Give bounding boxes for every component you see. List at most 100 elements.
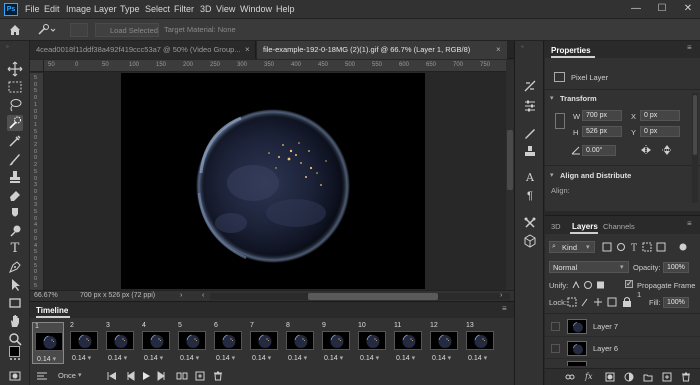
menu-view[interactable]: View — [216, 4, 235, 14]
horizontal-ruler[interactable]: 50 0 50 100 150 200 250 300 350 400 450 500 550 600 65… — [44, 60, 506, 72]
tab-channels[interactable]: Channels — [603, 222, 635, 231]
adjustment-icon[interactable] — [624, 372, 634, 382]
menu-file[interactable]: File — [25, 4, 40, 14]
unify-icons[interactable] — [571, 280, 611, 290]
tab-close-icon[interactable]: × — [245, 41, 250, 59]
gradient-tool-icon[interactable] — [7, 205, 23, 221]
zoom-level[interactable]: 66.67% — [34, 292, 58, 299]
toolbar-collapse-icon[interactable]: » — [6, 44, 24, 50]
menu-select[interactable]: Select — [145, 4, 170, 14]
menu-edit[interactable]: Edit — [44, 4, 60, 14]
fill-input[interactable]: 100% — [663, 297, 689, 308]
zoom-tool-icon[interactable] — [7, 331, 23, 347]
first-frame-icon[interactable] — [106, 371, 118, 381]
flip-horizontal-icon[interactable] — [640, 145, 652, 155]
next-frame-icon[interactable] — [156, 371, 168, 381]
animation-frame[interactable]: 12 0.14 ▾ — [428, 322, 460, 364]
layer-name[interactable]: Layer 6 — [593, 344, 618, 353]
flip-vertical-icon[interactable] — [662, 144, 672, 156]
play-icon[interactable] — [140, 371, 152, 381]
menu-image[interactable]: Image — [66, 4, 91, 14]
maximize-button[interactable]: ☐ — [652, 2, 672, 16]
tool-presets-icon[interactable] — [523, 216, 537, 230]
history-icon[interactable] — [523, 79, 537, 93]
vertical-scroll-thumb[interactable] — [507, 130, 513, 190]
frame-delay[interactable]: 0.14 ▾ — [396, 354, 415, 362]
marquee-tool-icon[interactable] — [7, 79, 23, 95]
quick-mask-icon[interactable] — [7, 371, 23, 385]
layer-name[interactable]: Layer 7 — [593, 322, 618, 331]
eraser-tool-icon[interactable] — [7, 187, 23, 203]
document-canvas[interactable] — [121, 73, 425, 289]
strip-collapse-icon[interactable]: « — [521, 44, 539, 50]
properties-scroll-thumb[interactable] — [693, 95, 697, 155]
layer-row[interactable]: Layer 6 — [545, 338, 700, 359]
transform-collapse-icon[interactable]: ▾ — [550, 94, 554, 102]
frame-delay[interactable]: 0.14 ▾ — [72, 354, 91, 362]
layers-menu-icon[interactable]: ≡ — [687, 219, 692, 228]
properties-title[interactable]: Properties — [551, 46, 591, 55]
rectangle-tool-icon[interactable] — [7, 295, 23, 311]
animation-frame[interactable]: 10 0.14 ▾ — [356, 322, 388, 364]
group-icon[interactable] — [643, 372, 653, 382]
vertical-scrollbar[interactable] — [506, 60, 514, 290]
duplicate-frame-icon[interactable] — [194, 371, 206, 381]
angle-input[interactable]: 0.00° — [582, 145, 616, 156]
animation-frame[interactable]: 3 0.14 ▾ — [104, 322, 136, 364]
blend-mode-select[interactable]: Normal ▾ — [549, 261, 629, 273]
layer-row[interactable]: Layer 7 — [545, 316, 700, 337]
frame-delay[interactable]: 0.14 ▾ — [108, 354, 127, 362]
animation-frame[interactable]: 1 0.14 ▾ — [32, 322, 64, 364]
tab-close-icon[interactable]: × — [496, 41, 501, 59]
delete-frame-icon[interactable] — [212, 371, 224, 381]
mask-icon[interactable] — [605, 372, 615, 382]
path-selection-tool-icon[interactable] — [7, 277, 23, 293]
tab-layers[interactable]: Layers — [572, 222, 598, 231]
ruler-origin[interactable] — [30, 60, 44, 72]
animation-frame[interactable]: 7 0.14 ▾ — [248, 322, 280, 364]
new-layer-icon[interactable] — [662, 372, 672, 382]
animation-frame[interactable]: 5 0.14 ▾ — [176, 322, 208, 364]
frame-delay[interactable]: 0.14 ▾ — [324, 354, 343, 362]
frame-delay[interactable]: 0.14 ▾ — [252, 354, 271, 362]
filter-kind-select[interactable]: ⌕ Kind ▾ — [549, 241, 595, 253]
scroll-left-arrow[interactable]: ‹ — [202, 292, 204, 299]
lock-icons[interactable] — [567, 297, 637, 307]
properties-scrollbar[interactable] — [692, 93, 698, 203]
propagate-frame-checkbox[interactable]: ✓ — [625, 279, 633, 288]
adjustments-icon[interactable] — [523, 99, 537, 113]
doc-tab-active[interactable]: file-example-192-0-18MG (2)(1).gif @ 66.… — [257, 41, 507, 59]
loop-caret-icon[interactable]: ▾ — [78, 371, 82, 379]
tab-3d[interactable]: 3D — [551, 222, 561, 231]
opacity-input[interactable]: 100% — [663, 262, 689, 273]
foreground-color-swatch[interactable] — [9, 346, 20, 357]
animation-frame[interactable]: 13 0.14 ▾ — [464, 322, 496, 364]
animation-frame[interactable]: 11 0.14 ▾ — [392, 322, 424, 364]
doc-tab-inactive[interactable]: 4cead0018f11ddf38a492f419ccc53a7 @ 50% (… — [30, 41, 256, 59]
fx-icon[interactable]: fx — [585, 372, 595, 382]
animation-frame[interactable]: 4 0.14 ▾ — [140, 322, 172, 364]
character-icon[interactable]: A — [523, 171, 537, 185]
clone-stamp-tool-icon[interactable] — [7, 169, 23, 185]
height-input[interactable]: 526 px — [582, 126, 622, 137]
quick-selection-tool-preset-icon[interactable] — [36, 23, 56, 37]
loop-option-select[interactable]: Once — [58, 371, 76, 380]
menu-type[interactable]: Type — [120, 4, 140, 14]
close-button[interactable]: ✕ — [678, 2, 698, 16]
brush-tool-icon[interactable] — [7, 151, 23, 167]
tool-mode-button[interactable] — [70, 23, 88, 37]
trash-icon[interactable] — [681, 372, 691, 382]
hand-tool-icon[interactable] — [7, 313, 23, 329]
width-input[interactable]: 700 px — [582, 110, 622, 121]
lasso-tool-icon[interactable] — [7, 97, 23, 113]
frame-delay[interactable]: 0.14 ▾ — [144, 354, 163, 362]
align-distribute-label[interactable]: Align and Distribute — [560, 171, 631, 180]
vertical-ruler[interactable]: 50501001502002503003504004505005 — [30, 73, 44, 290]
eyedropper-tool-icon[interactable] — [7, 133, 23, 149]
pen-tool-icon[interactable] — [7, 259, 23, 275]
type-tool-icon[interactable]: T — [7, 241, 23, 257]
scroll-right-arrow[interactable]: › — [500, 292, 502, 299]
menu-3d[interactable]: 3D — [200, 4, 212, 14]
clone-source-icon[interactable] — [523, 144, 537, 158]
layer-visibility-toggle[interactable] — [551, 344, 560, 353]
